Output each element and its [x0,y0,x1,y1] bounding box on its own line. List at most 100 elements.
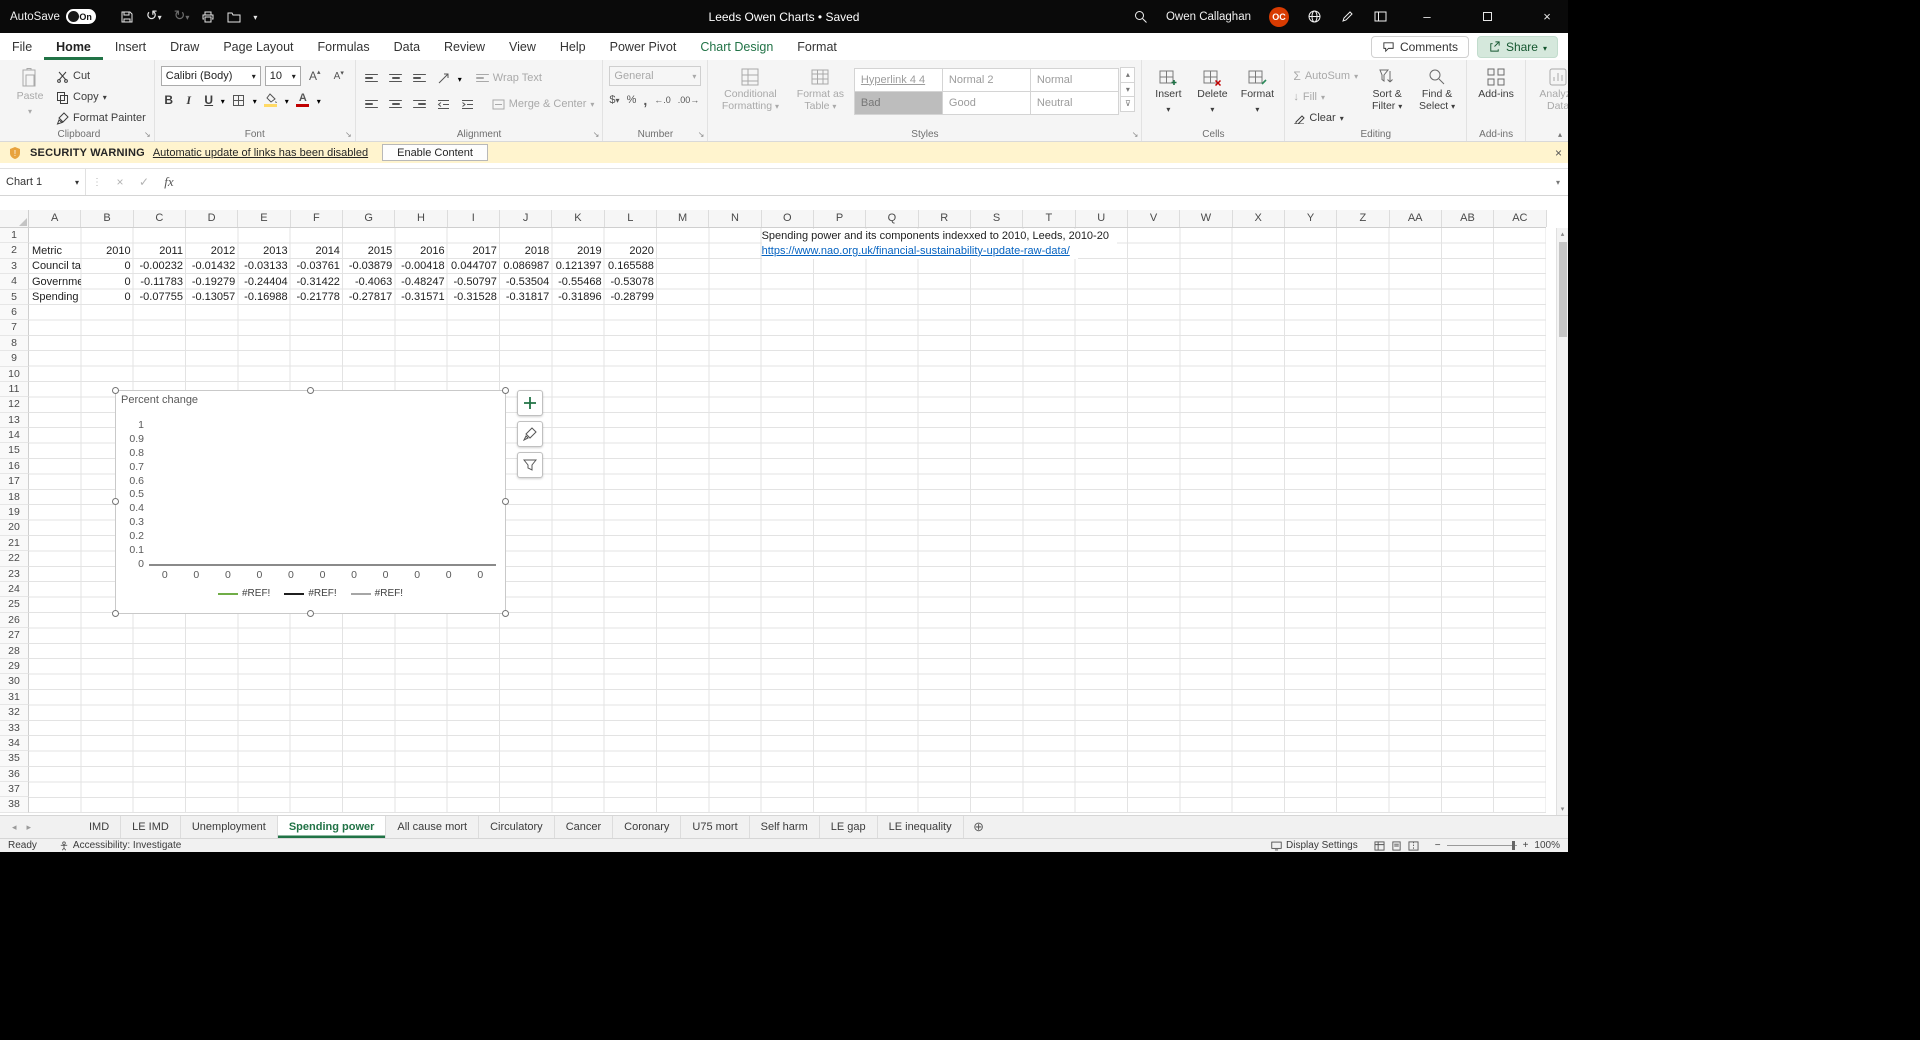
zoom-level[interactable]: 100% [1534,840,1560,851]
accessibility-status[interactable]: Accessibility: Investigate [59,840,181,851]
row-number[interactable]: 14 [0,428,29,444]
decrease-indent-icon[interactable] [434,94,454,114]
redo-icon[interactable]: ↻ [174,7,190,25]
column-header[interactable]: I [448,210,500,227]
selection-handle[interactable] [502,498,509,505]
selection-handle[interactable] [306,387,314,394]
print-icon[interactable] [201,10,215,24]
font-color-dropdown-icon[interactable] [317,91,321,109]
grow-font-button[interactable]: A ▴ [305,66,325,86]
column-header[interactable]: N [709,210,762,227]
cell[interactable]: -0.07755 [134,290,186,305]
row-number[interactable]: 21 [0,535,29,552]
align-bottom-icon[interactable] [410,68,430,88]
chart-styles-button[interactable] [517,421,543,447]
column-header[interactable]: K [552,210,605,227]
number-format-combo[interactable]: General [609,66,702,86]
cell[interactable]: -0.24404 [238,275,290,290]
ribbon-tab[interactable]: Power Pivot [598,33,689,60]
column-header[interactable]: Z [1337,210,1390,227]
column-header[interactable]: B [81,210,134,227]
search-icon[interactable] [1133,9,1148,24]
sheet-tab[interactable]: Spending power [277,816,387,838]
align-top-icon[interactable] [362,68,382,88]
display-settings-button[interactable]: Display Settings [1271,840,1358,851]
orientation-icon[interactable] [434,68,454,88]
row-number[interactable]: 33 [0,720,29,736]
zoom-slider-knob[interactable] [1511,841,1515,850]
cell[interactable]: 2016 [395,244,447,259]
name-box[interactable]: Chart 1 [0,169,86,195]
row-number[interactable]: 37 [0,782,29,798]
fill-button[interactable]: ↓ Fill [1291,87,1360,107]
gallery-more-icon[interactable]: ⊽ [1120,96,1136,112]
cell-style[interactable]: Good [941,90,1031,115]
conditional-formatting-button[interactable]: Conditional Formatting [714,64,786,112]
scroll-down-icon[interactable]: ▾ [1557,805,1568,813]
ribbon-tab[interactable]: Home [44,33,103,60]
sheet-tab[interactable]: U75 mort [681,816,750,838]
cell[interactable]: -0.03879 [343,259,395,274]
normal-view-icon[interactable] [1374,840,1385,851]
row-number[interactable]: 2 [0,243,29,259]
minimize-button[interactable]: – [1406,0,1448,33]
cell[interactable]: 0 [81,275,133,290]
column-header[interactable]: R [919,210,971,227]
share-button[interactable]: Share [1476,35,1558,58]
sheet-tab[interactable]: Coronary [613,816,682,838]
column-header[interactable]: AA [1390,210,1442,227]
cell[interactable]: -0.53078 [605,275,657,290]
number-dialog-launcher[interactable]: ↘ [698,130,705,139]
cell[interactable]: 2015 [343,244,395,259]
font-size-combo[interactable]: 10 [264,66,301,86]
zoom-slider[interactable] [1446,841,1517,850]
cell[interactable]: -0.31528 [448,290,500,305]
maximize-button[interactable] [1466,0,1508,33]
redo-dropdown-icon[interactable] [185,7,189,23]
cell-style[interactable]: Hyperlink 4 4 [853,67,943,92]
bold-button[interactable]: B [161,93,177,107]
cell[interactable]: -0.21778 [291,290,343,305]
cell[interactable]: 2013 [238,244,290,259]
row-number[interactable]: 27 [0,628,29,644]
chart-filters-button[interactable] [517,452,543,478]
increase-indent-icon[interactable] [458,94,478,114]
cell-O1-title[interactable]: Spending power and its components indexx… [761,228,1117,244]
column-header[interactable]: O [762,210,814,227]
selection-handle[interactable] [502,610,509,617]
page-break-view-icon[interactable] [1408,840,1419,851]
cell[interactable]: 2012 [186,244,238,259]
security-warning-link[interactable]: Automatic update of links has been disab… [153,147,368,159]
cell[interactable]: 2011 [134,244,186,259]
sheet-tab[interactable]: IMD [78,816,122,838]
row-number[interactable]: 4 [0,274,29,290]
row-number[interactable]: 22 [0,551,29,567]
cell[interactable]: -0.19279 [186,275,238,290]
selection-handle[interactable] [502,387,509,394]
cell[interactable]: -0.55468 [552,275,604,290]
column-header[interactable]: T [1023,210,1076,227]
row-number[interactable]: 7 [0,320,29,336]
row-number[interactable]: 15 [0,443,29,459]
ribbon-tab[interactable]: File [0,33,44,60]
avatar[interactable]: OC [1269,6,1289,27]
comments-button[interactable]: Comments [1370,35,1469,58]
percent-style-icon[interactable]: % [627,94,637,106]
column-header[interactable]: Y [1285,210,1338,227]
row-number[interactable]: 11 [0,381,29,398]
ribbon-tab[interactable]: Chart Design [688,33,785,60]
cancel-icon[interactable]: × [108,175,132,189]
column-header[interactable]: D [186,210,239,227]
column-header[interactable]: AC [1494,210,1547,227]
selection-handle[interactable] [112,498,119,505]
ribbon-tab[interactable]: Review [432,33,497,60]
undo-icon[interactable]: ↺ [146,7,162,25]
format-cells-button[interactable]: Format [1236,64,1278,115]
cell[interactable]: -0.16988 [238,290,290,305]
cell[interactable]: 2017 [448,244,500,259]
sort-filter-button[interactable]: Sort & Filter [1364,64,1410,112]
row-number[interactable]: 35 [0,751,29,767]
formula-input[interactable] [182,169,1548,195]
row-number[interactable]: 34 [0,735,29,752]
sheet-nav-left-icon[interactable]: ◂ [12,822,17,833]
